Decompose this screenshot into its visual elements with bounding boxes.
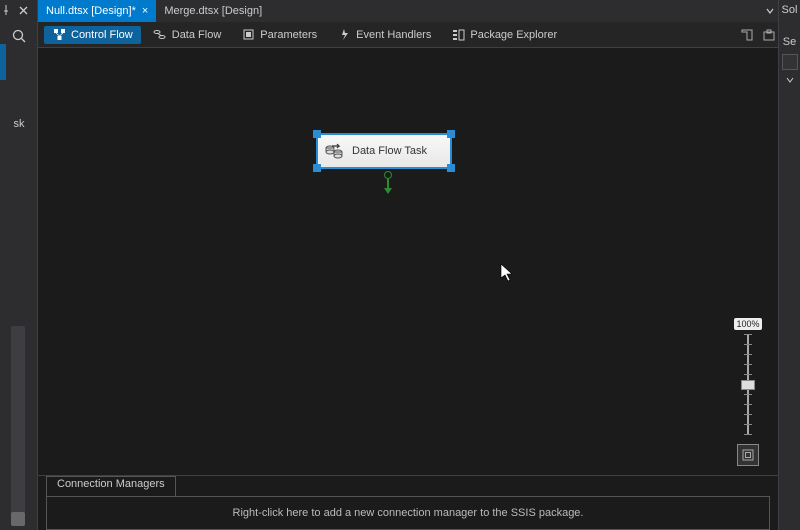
document-tabstrip: Null.dtsx [Design]* × Merge.dtsx [Design… <box>38 0 778 22</box>
zoom-fit-button[interactable] <box>737 444 759 466</box>
task-label: Data Flow Task <box>352 145 427 157</box>
document-tab-active[interactable]: Null.dtsx [Design]* × <box>38 0 156 22</box>
cm-hint-text: Right-click here to add a new connection… <box>233 507 584 519</box>
tab-overflow-icon[interactable] <box>762 0 778 22</box>
close-icon[interactable] <box>19 6 33 15</box>
toolbar-label: Parameters <box>260 29 317 41</box>
sidebar-scrollbar-track[interactable] <box>11 326 25 526</box>
left-sidebar: sk <box>0 0 38 530</box>
toolbar-label: Package Explorer <box>470 29 557 41</box>
zoom-value: 100% <box>734 318 761 330</box>
main-area: Null.dtsx [Design]* × Merge.dtsx [Design… <box>38 0 778 530</box>
right-panel-icon[interactable] <box>782 54 798 70</box>
package-explorer-icon <box>451 28 465 42</box>
event-handlers-icon <box>337 28 351 42</box>
pin-icon[interactable] <box>1 5 15 15</box>
resize-handle[interactable] <box>447 130 455 138</box>
sidebar-vertical-label: sk <box>2 118 36 131</box>
tab-control-flow[interactable]: Control Flow <box>44 26 141 44</box>
document-tab-label: Null.dtsx [Design]* <box>46 5 136 17</box>
chevron-down-icon[interactable] <box>786 76 794 84</box>
tab-close-icon[interactable]: × <box>142 5 148 17</box>
tab-event-handlers[interactable]: Event Handlers <box>329 26 439 44</box>
designer-toolbar: Control Flow Data Flow Parameters Event … <box>38 22 778 48</box>
resize-handle[interactable] <box>313 164 321 172</box>
zoom-control: 100% <box>733 318 763 466</box>
cm-tab-label: Connection Managers <box>57 478 165 490</box>
sidebar-scrollbar-thumb[interactable] <box>11 512 25 526</box>
tab-data-flow[interactable]: Data Flow <box>145 26 230 44</box>
data-flow-task-node[interactable]: Data Flow Task <box>316 133 452 169</box>
right-sidebar: Sol Se <box>778 0 800 530</box>
active-tool-indicator <box>0 44 6 80</box>
connection-managers-body[interactable]: Right-click here to add a new connection… <box>46 496 770 530</box>
variables-icon[interactable] <box>738 26 756 44</box>
toolbar-label: Event Handlers <box>356 29 431 41</box>
data-flow-icon <box>153 28 167 42</box>
connector-output-dot[interactable] <box>384 171 392 179</box>
toolbar-label: Data Flow <box>172 29 222 41</box>
design-canvas[interactable]: Data Flow Task 100% <box>38 48 778 475</box>
document-tab-label: Merge.dtsx [Design] <box>164 5 262 17</box>
document-tab[interactable]: Merge.dtsx [Design] <box>156 0 270 22</box>
right-rail-label: Sol <box>782 4 798 16</box>
search-icon[interactable] <box>9 26 29 46</box>
connection-managers-tab[interactable]: Connection Managers <box>46 476 176 496</box>
toolbox-icon[interactable] <box>760 26 778 44</box>
connection-managers-panel: Connection Managers Right-click here to … <box>38 475 778 530</box>
control-flow-icon <box>52 28 66 42</box>
right-rail-sublabel: Se <box>783 36 796 48</box>
resize-handle[interactable] <box>447 164 455 172</box>
resize-handle[interactable] <box>313 130 321 138</box>
tab-parameters[interactable]: Parameters <box>233 26 325 44</box>
zoom-slider-track[interactable] <box>747 334 749 434</box>
mouse-cursor-icon <box>500 263 514 283</box>
toolbar-label: Control Flow <box>71 29 133 41</box>
green-arrow-icon[interactable] <box>383 179 393 195</box>
parameters-icon <box>241 28 255 42</box>
tab-package-explorer[interactable]: Package Explorer <box>443 26 565 44</box>
zoom-slider-thumb[interactable] <box>741 380 755 390</box>
data-flow-task-icon <box>324 142 344 160</box>
